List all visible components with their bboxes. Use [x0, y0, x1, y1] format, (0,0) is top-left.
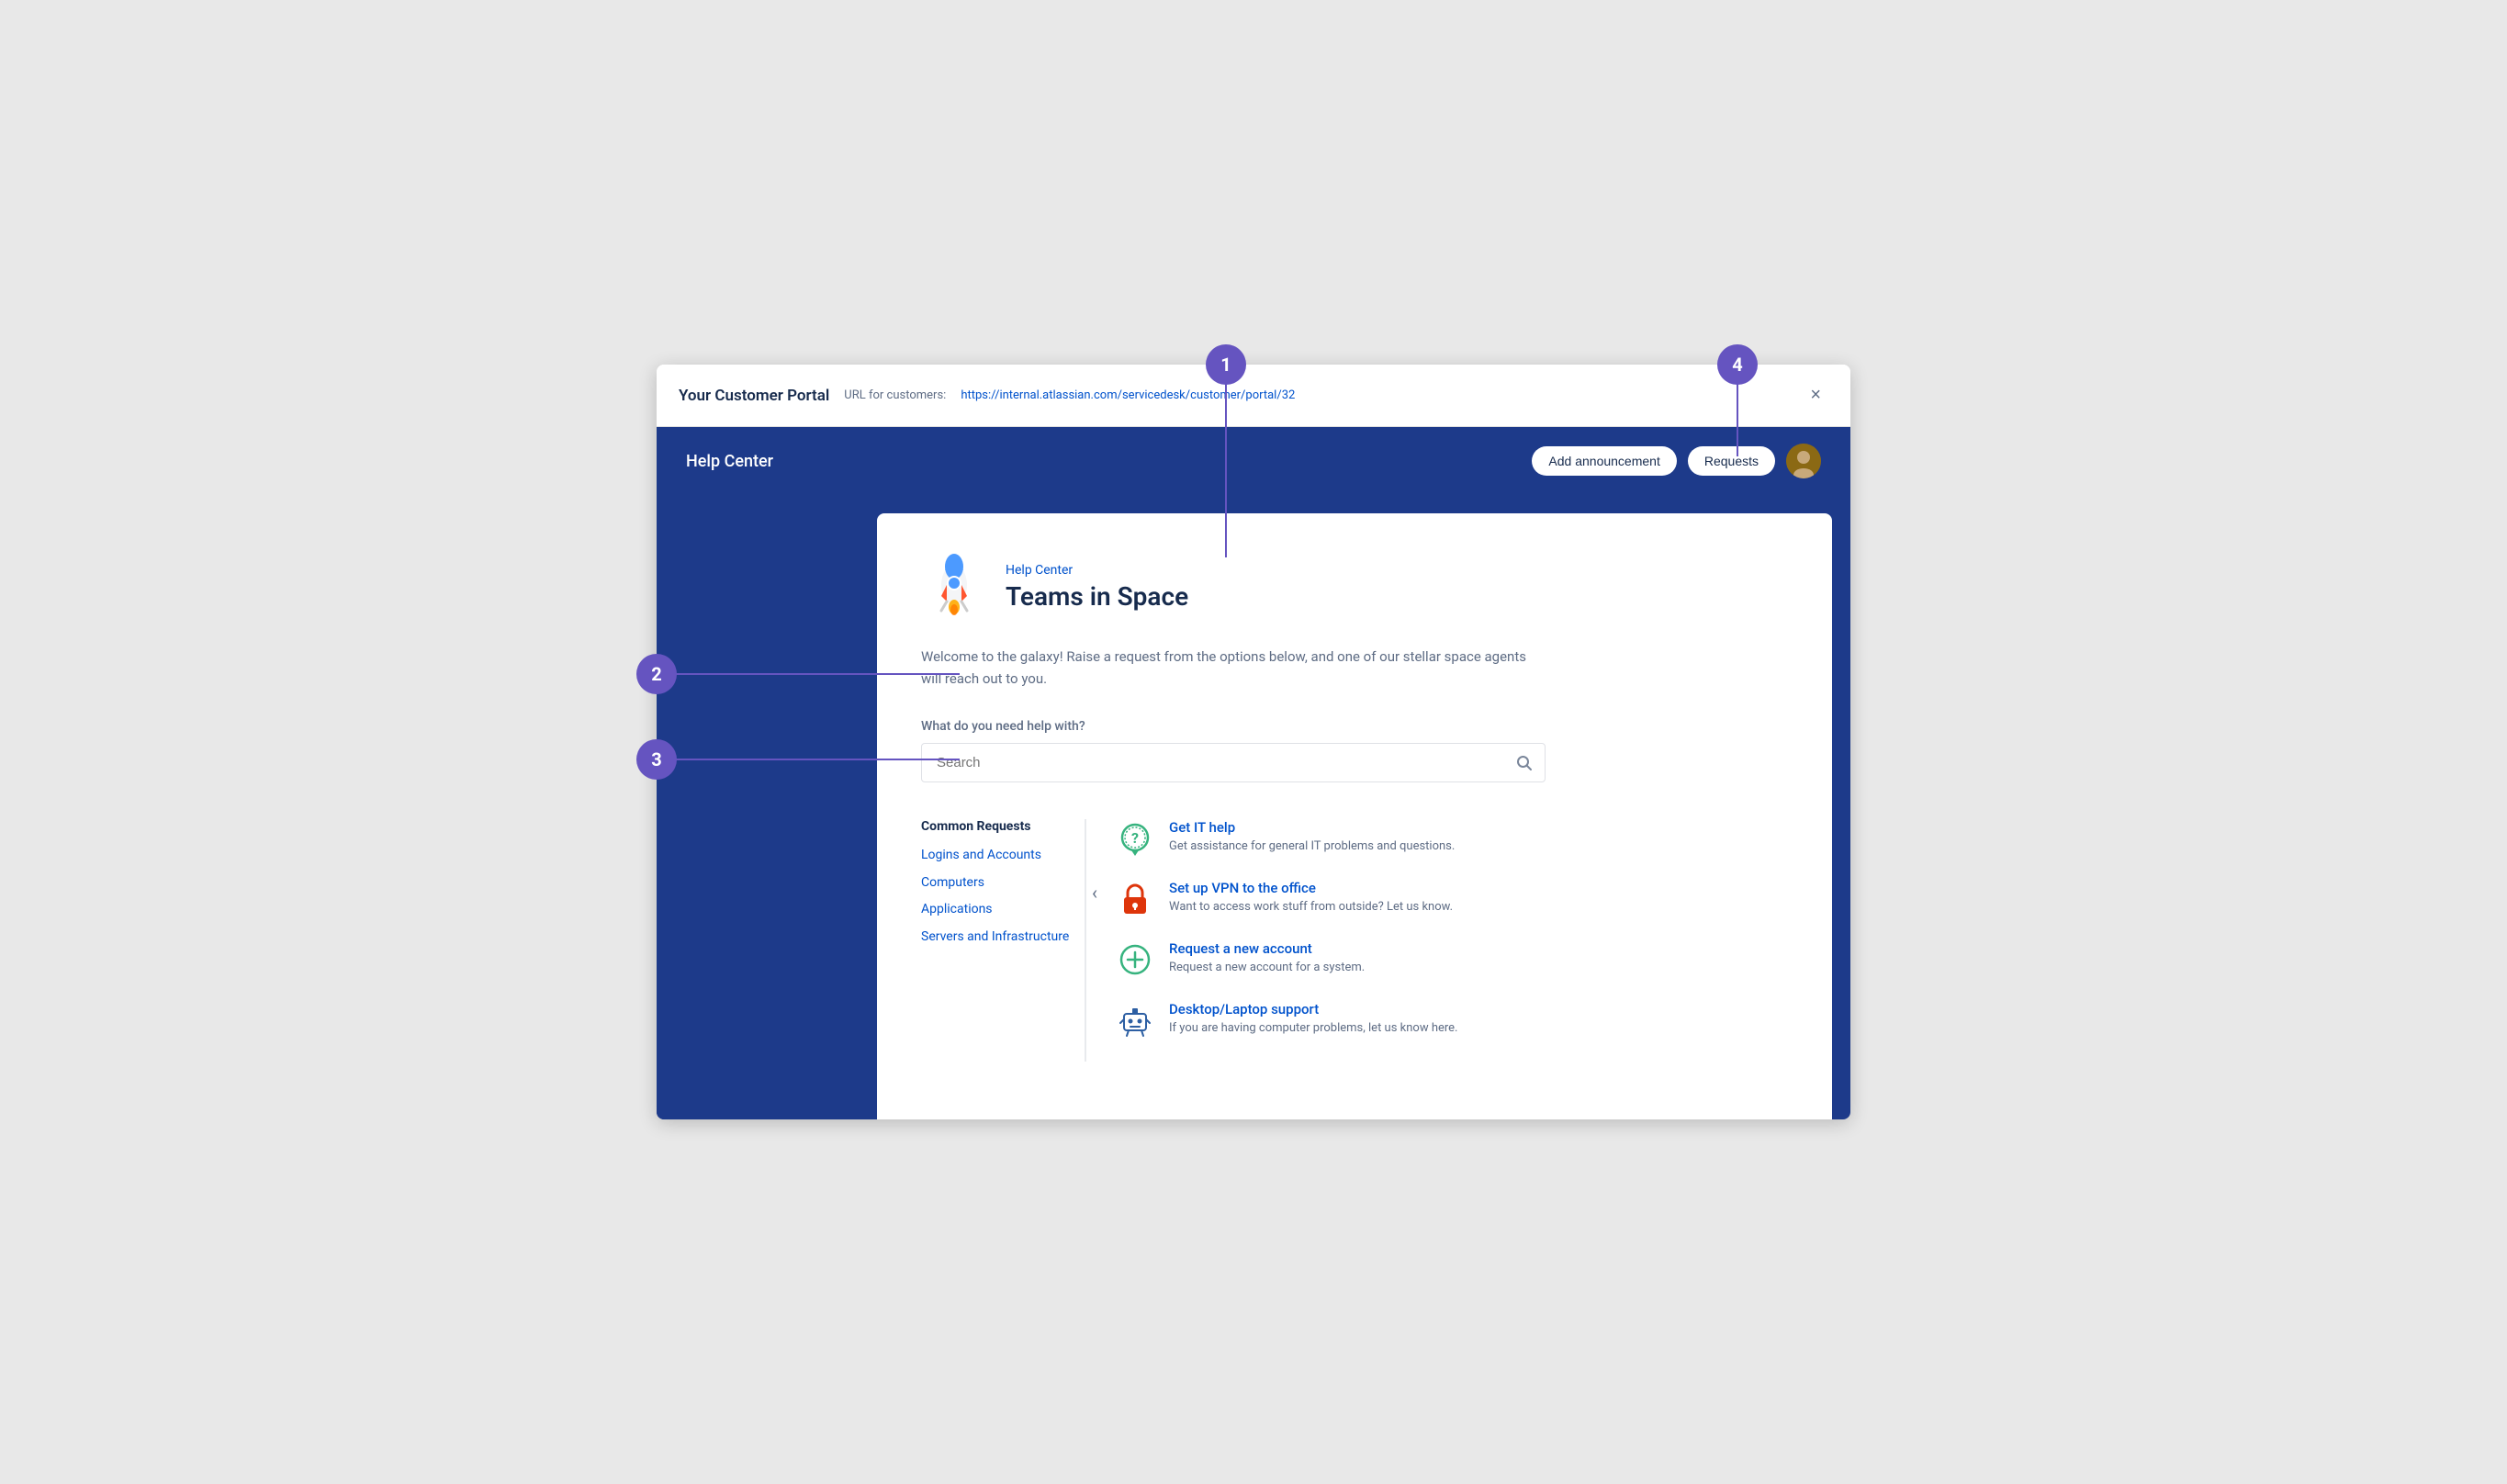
list-item: Set up VPN to the office Want to access … — [1116, 880, 1619, 918]
portal-name: Teams in Space — [1006, 581, 1188, 612]
portal-url-link[interactable]: https://internal.atlassian.com/servicede… — [961, 388, 1295, 402]
list-item: Request a new account Request a new acco… — [1116, 940, 1619, 979]
item-desc: Want to access work stuff from outside? … — [1169, 899, 1453, 916]
portal-breadcrumb[interactable]: Help Center — [1006, 563, 1188, 578]
item-desc: Get assistance for general IT problems a… — [1169, 838, 1455, 855]
header-actions: Add announcement Requests — [1532, 444, 1821, 478]
item-desc: Request a new account for a system. — [1169, 960, 1365, 976]
item-text: Request a new account Request a new acco… — [1169, 940, 1365, 976]
window-topbar: Your Customer Portal URL for customers: … — [657, 365, 1850, 427]
help-center-title: Help Center — [686, 452, 773, 471]
svg-text:?: ? — [1131, 829, 1139, 847]
search-wrapper — [921, 743, 1546, 782]
url-label: URL for customers: — [844, 388, 946, 402]
portal-logo — [921, 550, 987, 624]
nav-item-servers[interactable]: Servers and Infrastructure — [921, 928, 1070, 947]
close-button[interactable]: × — [1803, 381, 1828, 410]
annotation-line-3h — [657, 759, 960, 760]
item-desc: If you are having computer problems, let… — [1169, 1020, 1457, 1037]
robot-icon — [1116, 1001, 1154, 1040]
two-column-layout: Common Requests Logins and Accounts Comp… — [921, 819, 1619, 1062]
left-nav: Common Requests Logins and Accounts Comp… — [921, 819, 1086, 1062]
annotation-1: 1 — [1206, 344, 1246, 385]
nav-item-applications[interactable]: Applications — [921, 901, 1070, 919]
portal-header: Help Center Teams in Space — [921, 550, 1788, 624]
items-list: ? Get IT help Get assistance for general… — [1116, 819, 1619, 1062]
item-title[interactable]: Desktop/Laptop support — [1169, 1001, 1457, 1017]
question-bubble-icon: ? — [1116, 819, 1154, 858]
annotation-line-2h — [657, 673, 960, 675]
annotation-4: 4 — [1717, 344, 1758, 385]
annotation-line-1v — [1225, 365, 1227, 557]
search-input[interactable] — [921, 743, 1546, 782]
item-title[interactable]: Set up VPN to the office — [1169, 880, 1453, 896]
annotation-3: 3 — [636, 739, 677, 780]
sidebar — [657, 495, 859, 1119]
add-circle-icon — [1116, 940, 1154, 979]
search-icon — [1516, 755, 1533, 771]
list-item: ? Get IT help Get assistance for general… — [1116, 819, 1619, 858]
item-title[interactable]: Get IT help — [1169, 819, 1455, 836]
portal-title-section: Help Center Teams in Space — [1006, 563, 1188, 612]
search-label: What do you need help with? — [921, 719, 1788, 734]
item-text: Desktop/Laptop support If you are having… — [1169, 1001, 1457, 1037]
item-title[interactable]: Request a new account — [1169, 940, 1365, 957]
help-center-header: Help Center Add announcement Requests — [657, 427, 1850, 495]
customer-portal-window: Your Customer Portal URL for customers: … — [657, 365, 1850, 1119]
item-text: Set up VPN to the office Want to access … — [1169, 880, 1453, 916]
lock-icon — [1116, 880, 1154, 918]
requests-button[interactable]: Requests — [1688, 446, 1775, 476]
nav-item-computers[interactable]: Computers — [921, 874, 1070, 893]
content-area: Help Center Teams in Space Welcome to th… — [657, 495, 1850, 1119]
window-title: Your Customer Portal — [679, 387, 829, 405]
item-text: Get IT help Get assistance for general I… — [1169, 819, 1455, 855]
add-announcement-button[interactable]: Add announcement — [1532, 446, 1676, 476]
nav-item-logins[interactable]: Logins and Accounts — [921, 847, 1070, 865]
nav-chevron-icon: ‹ — [1092, 882, 1097, 904]
portal-card: Help Center Teams in Space Welcome to th… — [877, 513, 1832, 1119]
annotation-2: 2 — [636, 654, 677, 694]
portal-description: Welcome to the galaxy! Raise a request f… — [921, 646, 1546, 690]
list-item: Desktop/Laptop support If you are having… — [1116, 1001, 1619, 1040]
avatar[interactable] — [1786, 444, 1821, 478]
nav-title: Common Requests — [921, 819, 1070, 834]
